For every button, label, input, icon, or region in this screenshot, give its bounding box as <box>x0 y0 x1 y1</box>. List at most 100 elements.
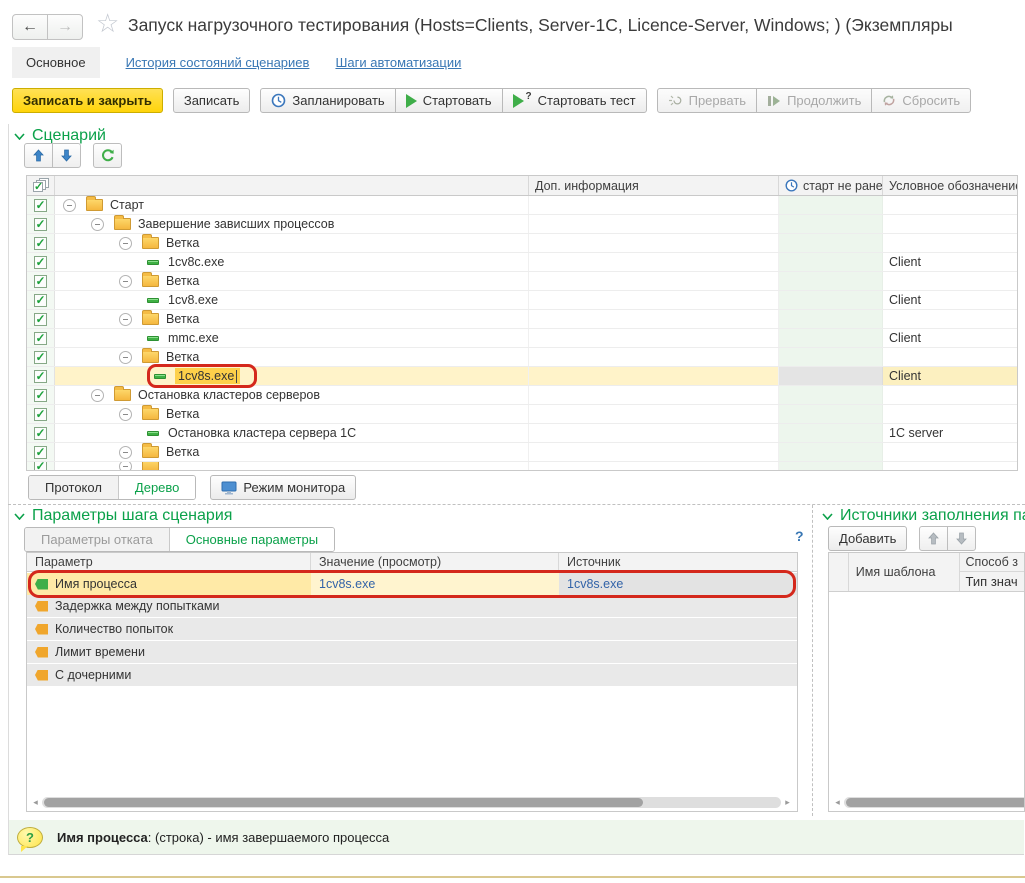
param-value-cell[interactable] <box>311 664 559 686</box>
source-column-header[interactable]: Источник <box>559 553 797 571</box>
tree-column-header[interactable] <box>55 176 529 195</box>
checkbox-checked-icon[interactable]: ✓ <box>34 294 47 307</box>
sources-horizontal-scrollbar[interactable]: ◂ <box>831 796 1025 809</box>
param-row[interactable]: Имя процесса1cv8s.exe1cv8s.exe <box>27 573 797 595</box>
interrupt-button[interactable]: Прервать <box>657 88 757 113</box>
checkbox-checked-icon[interactable]: ✓ <box>34 370 47 383</box>
tree-row[interactable]: ✓Ветка <box>27 272 1017 291</box>
checkbox-checked-icon[interactable]: ✓ <box>34 351 47 364</box>
collapse-expander-icon[interactable] <box>91 389 104 402</box>
scroll-right-icon[interactable]: ▸ <box>781 796 794 809</box>
collapse-expander-icon[interactable] <box>119 237 132 250</box>
scroll-left-icon[interactable]: ◂ <box>29 796 42 809</box>
param-row[interactable]: Задержка между попытками <box>27 595 797 617</box>
tree-row[interactable]: ✓Остановка кластера сервера 1С1C server <box>27 424 1017 443</box>
tree-row[interactable]: ✓mmc.exeClient <box>27 329 1017 348</box>
param-value-cell[interactable] <box>311 595 559 617</box>
tree-row[interactable]: ✓Остановка кластеров серверов <box>27 386 1017 405</box>
checkbox-checked-icon[interactable]: ✓ <box>34 313 47 326</box>
sources-move-up-button[interactable] <box>919 526 948 551</box>
scrollbar-thumb[interactable] <box>44 798 643 807</box>
checkbox-checked-icon[interactable]: ✓ <box>34 199 47 212</box>
tree-row[interactable]: ✓Ветка <box>27 234 1017 253</box>
checkbox-checked-icon[interactable]: ✓ <box>34 446 47 459</box>
tree-row[interactable]: ✓1cv8.exeClient <box>27 291 1017 310</box>
checkbox-checked-icon[interactable]: ✓ <box>34 408 47 421</box>
collapse-expander-icon[interactable] <box>119 275 132 288</box>
tab-rollback-params[interactable]: Параметры отката <box>25 528 169 551</box>
checkbox-checked-icon[interactable]: ✓ <box>34 237 47 250</box>
checkbox-checked-icon[interactable]: ✓ <box>34 275 47 288</box>
params-horizontal-scrollbar[interactable]: ◂ ▸ <box>29 796 794 809</box>
help-link[interactable]: ? <box>795 528 804 544</box>
collapse-expander-icon[interactable] <box>119 408 132 421</box>
refresh-icon <box>101 149 115 163</box>
param-row[interactable]: Лимит времени <box>27 641 797 663</box>
tab-main[interactable]: Основное <box>12 47 100 78</box>
select-all-header[interactable] <box>27 176 55 195</box>
value-column-header[interactable]: Значение (просмотр) <box>311 553 559 571</box>
start-button[interactable]: Стартовать <box>395 88 503 113</box>
collapse-expander-icon[interactable] <box>119 313 132 326</box>
checkbox-checked-icon[interactable]: ✓ <box>34 427 47 440</box>
view-tab-protocol[interactable]: Протокол <box>29 476 118 499</box>
checkbox-checked-icon[interactable]: ✓ <box>34 462 47 470</box>
view-tab-tree[interactable]: Дерево <box>118 476 195 499</box>
extra-info-column-header[interactable]: Доп. информация <box>529 176 779 195</box>
back-button[interactable]: ← <box>12 14 48 40</box>
start-test-button[interactable]: ? Стартовать тест <box>502 88 647 113</box>
param-row[interactable]: С дочерними <box>27 664 797 686</box>
param-value-cell[interactable] <box>311 618 559 640</box>
sources-section-header[interactable]: Источники заполнения па <box>822 507 1025 525</box>
vertical-splitter[interactable] <box>812 505 813 816</box>
collapse-expander-icon[interactable] <box>63 199 76 212</box>
tree-row[interactable]: ✓Завершение зависших процессов <box>27 215 1017 234</box>
tree-row[interactable]: ✓Ветка <box>27 443 1017 462</box>
add-button[interactable]: Добавить <box>828 526 907 551</box>
tree-row[interactable]: ✓1cv8c.exeClient <box>27 253 1017 272</box>
collapse-expander-icon[interactable] <box>91 218 104 231</box>
scrollbar-thumb[interactable] <box>846 798 1025 807</box>
collapse-expander-icon[interactable] <box>119 462 132 470</box>
param-value-cell[interactable] <box>311 641 559 663</box>
move-up-button[interactable] <box>24 143 53 168</box>
reset-button[interactable]: Сбросить <box>871 88 971 113</box>
template-name-column-header[interactable]: Имя шаблона <box>849 553 960 591</box>
checkbox-checked-icon[interactable]: ✓ <box>34 218 47 231</box>
scroll-left-icon[interactable]: ◂ <box>831 796 844 809</box>
tree-cell: Ветка <box>55 310 529 328</box>
value-type-column-header[interactable]: Тип знач <box>960 572 1024 591</box>
refresh-button[interactable] <box>93 143 122 168</box>
tab-scenario-history[interactable]: История состояний сценариев <box>126 55 310 70</box>
monitor-mode-button[interactable]: Режим монитора <box>210 475 356 500</box>
sources-move-down-button[interactable] <box>947 526 976 551</box>
move-down-button[interactable] <box>52 143 81 168</box>
tab-main-params[interactable]: Основные параметры <box>169 528 334 551</box>
param-column-header[interactable]: Параметр <box>27 553 311 571</box>
unit-designation-column-header[interactable]: Условное обозначение ед <box>883 176 1017 195</box>
save-button[interactable]: Записать <box>173 88 251 113</box>
save-and-close-button[interactable]: Записать и закрыть <box>12 88 163 113</box>
tree-row[interactable]: ✓ <box>27 462 1017 470</box>
tree-row[interactable]: ✓Старт <box>27 196 1017 215</box>
forward-button[interactable]: → <box>47 14 83 40</box>
tree-row-label-editing[interactable]: 1cv8s.exe <box>175 368 240 384</box>
tree-row[interactable]: ✓ Ветка <box>27 310 1017 329</box>
collapse-expander-icon[interactable] <box>119 446 132 459</box>
start-not-before-column-header[interactable]: старт не ранее... <box>779 176 883 195</box>
tab-automation-steps[interactable]: Шаги автоматизации <box>335 55 461 70</box>
step-params-section-header[interactable]: Параметры шага сценария <box>14 507 232 525</box>
checkbox-checked-icon[interactable]: ✓ <box>34 332 47 345</box>
param-row[interactable]: Количество попыток <box>27 618 797 640</box>
schedule-button[interactable]: Запланировать <box>260 88 395 113</box>
fill-method-column-header[interactable]: Способ з <box>960 553 1024 572</box>
horizontal-splitter[interactable] <box>8 504 1025 505</box>
checkbox-checked-icon[interactable]: ✓ <box>34 389 47 402</box>
param-value-cell[interactable]: 1cv8s.exe <box>311 573 559 595</box>
checkbox-checked-icon[interactable]: ✓ <box>34 256 47 269</box>
favorite-star-icon[interactable]: ☆ <box>96 10 119 36</box>
continue-button[interactable]: Продолжить <box>756 88 872 113</box>
tree-row[interactable]: ✓Ветка <box>27 405 1017 424</box>
tree-row[interactable]: ✓1cv8s.exeClient <box>27 367 1017 386</box>
collapse-expander-icon[interactable] <box>119 351 132 364</box>
